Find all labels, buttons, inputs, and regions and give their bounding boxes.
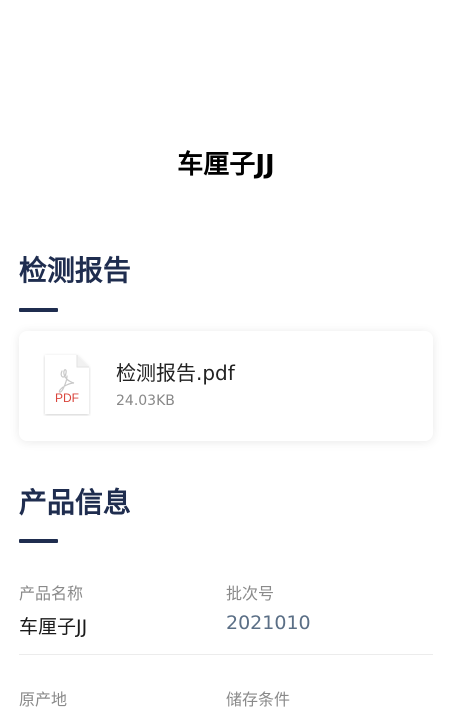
- report-section-heading: 检测报告: [19, 254, 132, 287]
- field-label-origin: 原产地: [19, 690, 68, 708]
- report-file-card[interactable]: PDF 检测报告.pdf 24.03KB: [19, 331, 433, 441]
- field-value-batch-number: 2021010: [226, 612, 311, 634]
- field-label-product-name: 产品名称: [19, 584, 84, 603]
- file-name[interactable]: 检测报告.pdf: [116, 357, 235, 386]
- product-title: 车厘子JJ: [177, 150, 275, 180]
- field-label-batch-number: 批次号: [226, 584, 275, 603]
- pdf-file-icon: PDF: [43, 353, 91, 416]
- pdf-type-label: PDF: [55, 391, 79, 405]
- file-size: 24.03KB: [116, 393, 175, 409]
- report-section-underline: [19, 308, 58, 312]
- field-label-storage-conditions: 储存条件: [226, 690, 291, 708]
- info-divider: [19, 654, 433, 655]
- info-section-heading: 产品信息: [19, 486, 132, 519]
- field-value-product-name: 车厘子JJ: [19, 616, 88, 638]
- info-section-underline: [19, 539, 58, 543]
